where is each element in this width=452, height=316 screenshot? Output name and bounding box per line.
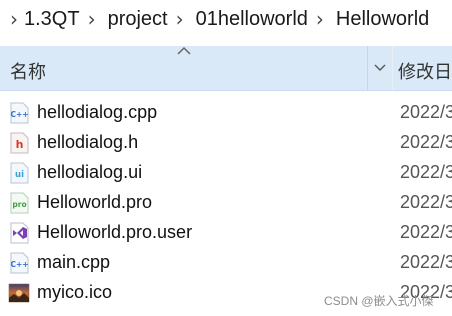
address-breadcrumb: › 1.3QT › project › 01helloworld › Hello… xyxy=(0,0,452,38)
svg-text:pro: pro xyxy=(12,200,26,209)
file-date: 2022/3 xyxy=(400,102,452,122)
cpp-file-icon: C++ xyxy=(10,102,29,124)
header-file-icon: h xyxy=(10,132,29,154)
file-name[interactable]: main.cpp xyxy=(37,252,110,273)
breadcrumb-item-helloworld[interactable]: Helloworld xyxy=(336,8,429,31)
file-name[interactable]: myico.ico xyxy=(37,282,112,303)
svg-text:ui: ui xyxy=(15,170,24,180)
file-name[interactable]: hellodialog.h xyxy=(37,132,138,153)
breadcrumb-item-01helloworld[interactable]: 01helloworld xyxy=(196,8,308,31)
watermark-text: CSDN @嵌入式小傑 xyxy=(324,294,434,308)
chevron-right-icon[interactable]: › xyxy=(316,9,324,29)
breadcrumb-item-1-3qt[interactable]: 1.3QT xyxy=(24,8,80,31)
file-date: 2022/3 xyxy=(400,222,452,242)
chevron-down-icon xyxy=(374,64,386,71)
svg-text:C++: C++ xyxy=(10,260,28,269)
file-name[interactable]: Helloworld.pro.user xyxy=(37,222,192,243)
file-date: 2022/3 xyxy=(400,132,452,152)
file-row[interactable]: Helloworld.pro.user 2022/3 xyxy=(0,218,452,248)
chevron-right-icon[interactable]: › xyxy=(176,9,184,29)
chevron-right-icon[interactable]: › xyxy=(10,9,18,29)
column-filter-dropdown[interactable] xyxy=(367,46,392,90)
file-date: 2022/3 xyxy=(400,162,452,182)
column-header-row: 名称 修改日 xyxy=(0,46,452,91)
file-date: 2022/3 xyxy=(400,192,452,212)
file-name[interactable]: Helloworld.pro xyxy=(37,192,152,213)
column-divider[interactable] xyxy=(392,46,393,90)
file-row[interactable]: C++ main.cpp 2022/3 xyxy=(0,248,452,278)
svg-text:h: h xyxy=(16,138,24,151)
file-name[interactable]: hellodialog.ui xyxy=(37,162,142,183)
pro-file-icon: pro xyxy=(10,192,29,214)
file-row[interactable]: C++ hellodialog.cpp 2022/3 xyxy=(0,98,452,128)
visual-studio-file-icon xyxy=(10,222,29,244)
column-header-name[interactable]: 名称 xyxy=(10,58,46,84)
cpp-file-icon: C++ xyxy=(10,252,29,274)
breadcrumb-item-project[interactable]: project xyxy=(108,8,168,31)
column-header-date-modified[interactable]: 修改日 xyxy=(398,58,452,84)
file-row[interactable]: h hellodialog.h 2022/3 xyxy=(0,128,452,158)
chevron-right-icon[interactable]: › xyxy=(88,9,96,29)
file-row[interactable]: pro Helloworld.pro 2022/3 xyxy=(0,188,452,218)
ui-file-icon: ui xyxy=(10,162,29,184)
sort-ascending-icon xyxy=(177,46,191,55)
svg-text:C++: C++ xyxy=(10,110,28,119)
file-date: 2022/3 xyxy=(400,252,452,272)
file-row[interactable]: ui hellodialog.ui 2022/3 xyxy=(0,158,452,188)
file-name[interactable]: hellodialog.cpp xyxy=(37,102,157,123)
image-file-icon xyxy=(8,283,30,303)
